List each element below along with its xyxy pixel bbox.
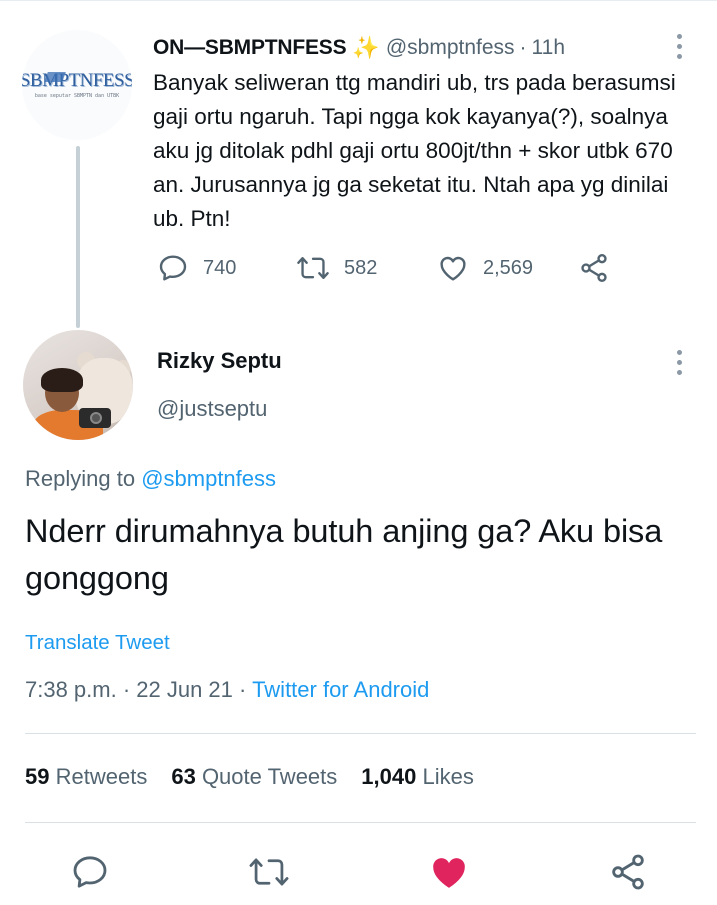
sparkles-icon: ✨ — [352, 35, 380, 60]
tweet-source-link[interactable]: Twitter for Android — [252, 677, 429, 702]
like-button[interactable]: 2,569 — [437, 250, 533, 286]
parent-avatar[interactable]: SBMPTNFESS base seputar SBMPTN dan UTBK — [22, 30, 132, 140]
heart-filled-icon — [433, 858, 465, 888]
parent-timestamp[interactable]: 11h — [532, 36, 565, 60]
avatar-logo-subtext: base seputar SBMPTN dan UTBK — [34, 93, 120, 99]
parent-header: ON—SBMPTNFESS ✨ @sbmptnfess · 11h — [153, 34, 565, 62]
avatar-logo-text: SBMPTNFESS — [22, 70, 132, 91]
parent-action-bar: 740 582 2,569 — [153, 250, 633, 286]
parent-tweet-text: Banyak seliweran ttg mandiri ub, trs pad… — [153, 70, 676, 231]
tweet-metadata: 7:38 p.m. · 22 Jun 21 · Twitter for Andr… — [25, 677, 429, 703]
translate-tweet-link[interactable]: Translate Tweet — [25, 631, 170, 655]
parent-more-options-icon[interactable] — [677, 34, 683, 59]
retweet-button[interactable]: 582 — [296, 250, 377, 286]
likes-count: 1,040 — [361, 764, 417, 789]
share-button[interactable] — [578, 250, 610, 286]
separator-dot: · — [519, 36, 527, 59]
tweet-timestamp: 7:38 p.m. · 22 Jun 21 · — [25, 677, 253, 702]
likes-stat[interactable]: 1,040 Likes — [361, 764, 474, 790]
retweets-label: Retweets — [55, 764, 148, 789]
retweets-count: 59 — [25, 764, 50, 789]
graduation-cap-icon — [44, 72, 66, 82]
retweets-stat[interactable]: 59 Retweets — [25, 764, 147, 790]
main-handle[interactable]: @justseptu — [157, 396, 267, 422]
tweet-stats: 59 Retweets 63 Quote Tweets 1,040 Likes — [25, 764, 498, 790]
replying-to: Replying to @sbmptnfess — [25, 466, 276, 492]
reply-count: 740 — [203, 256, 237, 279]
replying-prefix: Replying to — [25, 466, 142, 491]
quote-tweets-label: Quote Tweets — [201, 764, 338, 789]
share-icon — [612, 854, 644, 890]
divider — [25, 733, 696, 734]
retweet-icon — [249, 858, 289, 886]
main-tweet-text: Nderr dirumahnya butuh anjing ga? Aku bi… — [25, 513, 663, 596]
share-button[interactable] — [606, 850, 650, 894]
parent-handle[interactable]: @sbmptnfess — [386, 36, 515, 60]
like-button-active[interactable] — [427, 850, 471, 894]
divider — [25, 822, 696, 823]
main-more-options-icon[interactable] — [677, 350, 683, 375]
replying-to-mention[interactable]: @sbmptnfess — [141, 466, 276, 491]
thread-line — [76, 146, 80, 328]
main-display-name[interactable]: Rizky Septu — [157, 348, 282, 374]
avatar-camera-lens — [90, 412, 102, 424]
retweet-count: 582 — [344, 256, 378, 279]
bottom-action-bar — [0, 842, 717, 902]
main-avatar[interactable] — [23, 330, 133, 440]
share-icon — [581, 254, 607, 282]
reply-icon — [159, 255, 187, 281]
parent-tweet[interactable]: SBMPTNFESS base seputar SBMPTN dan UTBK … — [0, 0, 717, 330]
quote-tweets-count: 63 — [171, 764, 196, 789]
reply-button[interactable]: 740 — [157, 250, 236, 286]
quote-tweets-stat[interactable]: 63 Quote Tweets — [171, 764, 337, 790]
reply-button[interactable] — [68, 850, 112, 894]
reply-icon — [73, 856, 107, 888]
heart-icon — [440, 256, 466, 281]
retweet-button[interactable] — [247, 850, 291, 894]
retweet-icon — [297, 257, 329, 279]
like-count: 2,569 — [483, 256, 534, 279]
avatar-person-hair — [41, 368, 83, 392]
parent-display-name[interactable]: ON—SBMPTNFESS — [153, 36, 347, 60]
likes-label: Likes — [422, 764, 474, 789]
